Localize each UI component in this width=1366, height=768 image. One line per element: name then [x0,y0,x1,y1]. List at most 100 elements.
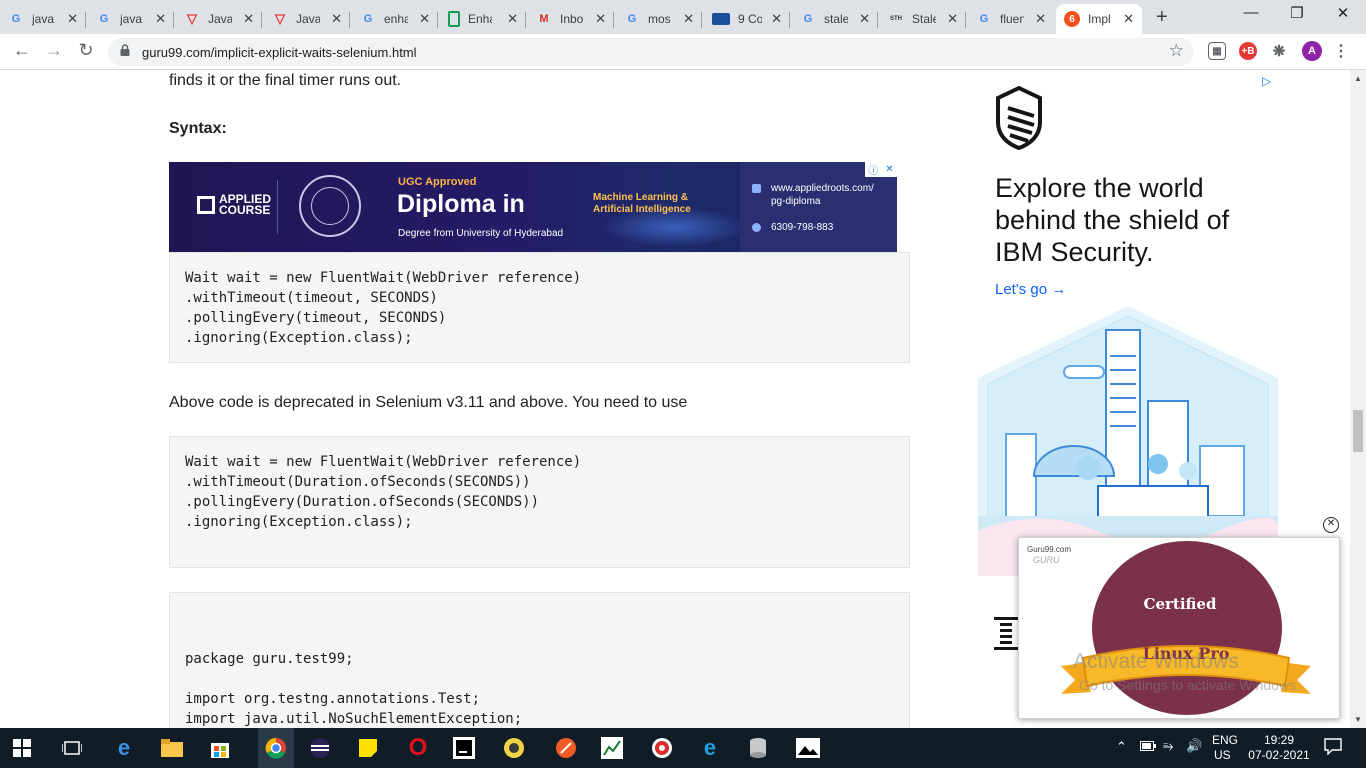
forward-icon[interactable]: → [42,40,66,61]
reload-icon[interactable]: ↻ [74,40,98,61]
ibm-ad-headline: Explore the world behind the shield of I… [995,173,1230,267]
scrollbar-thumb[interactable] [1353,410,1363,452]
internet-explorer-icon[interactable]: e [698,735,722,760]
page-scrollbar[interactable]: ▲ ▼ [1350,70,1366,728]
browser-tab[interactable]: Enha ✕ [440,4,526,34]
tab-close-icon[interactable]: ✕ [507,11,518,27]
deprecated-note: Above code is deprecated in Selenium v3.… [169,394,688,411]
guru-label: GURU [1033,555,1060,565]
browser-tab[interactable]: STH Stale ✕ [880,4,966,34]
battery-icon[interactable] [1140,740,1156,754]
tab-close-icon[interactable]: ✕ [683,11,694,27]
chart-app-icon[interactable] [600,736,624,760]
activate-windows-subtitle: Go to Settings to activate Windows. [1079,677,1300,693]
app-settings-icon[interactable] [502,736,526,760]
browser-tab[interactable]: Gfluen ✕ [968,4,1054,34]
menu-kebab-icon[interactable]: ⋮ [1332,42,1350,60]
tab-separator [173,12,174,28]
ad-title: Diploma in [397,190,525,218]
overlay-close-icon[interactable]: ✕ [1323,517,1339,533]
firefox-dev-icon[interactable] [650,736,674,760]
minimize-icon[interactable]: — [1228,4,1274,21]
phone-icon [752,223,761,232]
tab-separator [701,12,702,28]
bookmark-star-icon[interactable]: ☆ [1169,41,1184,61]
browser-tab[interactable]: 6 Impl ✕ [1056,4,1142,34]
activate-windows-title: Activate Windows [1073,650,1239,673]
code-line: .withTimeout(Duration.ofSeconds(SECONDS)… [185,474,531,490]
back-icon[interactable]: ← [10,40,34,61]
tab-separator [85,12,86,28]
tab-close-icon[interactable]: ✕ [947,11,958,27]
tab-close-icon[interactable]: ✕ [859,11,870,27]
notifications-icon[interactable] [1324,737,1342,758]
browser-tab[interactable]: Gjava ✕ [88,4,174,34]
code-block-syntax: Wait wait = new FluentWait(WebDriver ref… [169,252,910,363]
sticky-notes-icon[interactable] [356,736,380,760]
wifi-icon[interactable]: ⥱ [1163,738,1173,754]
browser-tab[interactable]: Gjava ✕ [0,4,86,34]
ibm-logo-icon [994,617,1018,650]
opera-icon[interactable]: O [406,734,430,761]
ad-close-icon[interactable]: ✕ [885,164,893,175]
tab-title: Stale [912,12,936,26]
ad-info-icon[interactable]: ⓘ [868,162,878,177]
tab-separator [965,12,966,28]
intellij-icon[interactable] [452,736,476,760]
tab-separator [525,12,526,28]
tab-close-icon[interactable]: ✕ [1035,11,1046,27]
database-icon[interactable] [746,736,770,760]
volume-icon[interactable]: 🔊 [1186,738,1202,754]
ibm-ad-cta-link[interactable]: Let's go → [995,281,1066,298]
extension-badge-icon[interactable]: +B [1239,42,1257,60]
code-block-example: package guru.test99; import org.testng.an… [169,592,910,728]
clock[interactable]: 19:29 07-02-2021 [1246,733,1312,763]
postman-icon[interactable] [554,736,578,760]
maximize-icon[interactable]: ❐ [1274,4,1320,22]
applied-course-ad[interactable]: APPLIED COURSE UGC Approved Diploma in De… [169,162,897,252]
scroll-up-arrow-icon[interactable]: ▲ [1354,74,1362,83]
photos-icon[interactable] [796,736,820,760]
tab-close-icon[interactable]: ✕ [67,11,78,27]
tab-strip: Gjava ✕ Gjava ✕ ▽ Java ✕ ▽ Java ✕ Genha ✕ Enha ✕ M Inbo… [0,0,1366,34]
tab-close-icon[interactable]: ✕ [1123,11,1134,27]
browser-tab[interactable]: Gstale ✕ [792,4,878,34]
browser-tab[interactable]: M Inbo ✕ [528,4,614,34]
browser-tab[interactable]: 9 Co ✕ [704,4,790,34]
intro-paragraph-tail: finds it or the final timer runs out. [169,72,402,89]
windows-start-icon[interactable] [10,736,34,760]
extension-page-icon[interactable]: ▦ [1208,42,1226,60]
tab-close-icon[interactable]: ✕ [155,11,166,27]
tab-close-icon[interactable]: ✕ [595,11,606,27]
tab-close-icon[interactable]: ✕ [771,11,782,27]
browser-tab[interactable]: ▽ Java ✕ [264,4,350,34]
browser-tab[interactable]: Gmos ✕ [616,4,702,34]
store-icon[interactable] [208,736,232,760]
browser-tab[interactable]: Genha ✕ [352,4,438,34]
language-code: ENG [1212,733,1239,747]
language-indicator[interactable]: ENG US [1212,733,1238,763]
file-explorer-icon[interactable] [160,736,184,760]
tab-separator [437,12,438,28]
guru99-v-icon: ▽ [187,11,197,26]
tab-title: enha [384,12,408,26]
code-line: import java.util.NoSuchElementException; [185,711,523,727]
tray-chevron-icon[interactable]: ⌃ [1116,739,1127,755]
google-icon: G [979,13,989,25]
extensions-puzzle-icon[interactable]: ❋ [1270,42,1288,60]
address-bar[interactable]: guru99.com/implicit-explicit-waits-selen… [108,38,1194,66]
tab-close-icon[interactable]: ✕ [331,11,342,27]
browser-tab[interactable]: ▽ Java ✕ [176,4,262,34]
chrome-icon[interactable] [258,728,294,768]
edge-icon[interactable]: e [112,735,136,760]
eclipse-icon[interactable] [308,736,332,760]
tab-close-icon[interactable]: ✕ [243,11,254,27]
scroll-down-arrow-icon[interactable]: ▼ [1354,715,1362,724]
adchoices-icon[interactable]: ⓘ ✕ [865,162,897,177]
task-view-icon[interactable] [60,736,84,760]
profile-avatar[interactable]: A [1302,41,1322,61]
tab-title: stale [824,12,848,26]
new-tab-icon[interactable]: + [1156,6,1168,29]
close-window-icon[interactable]: ✕ [1320,4,1366,22]
tab-close-icon[interactable]: ✕ [419,11,430,27]
